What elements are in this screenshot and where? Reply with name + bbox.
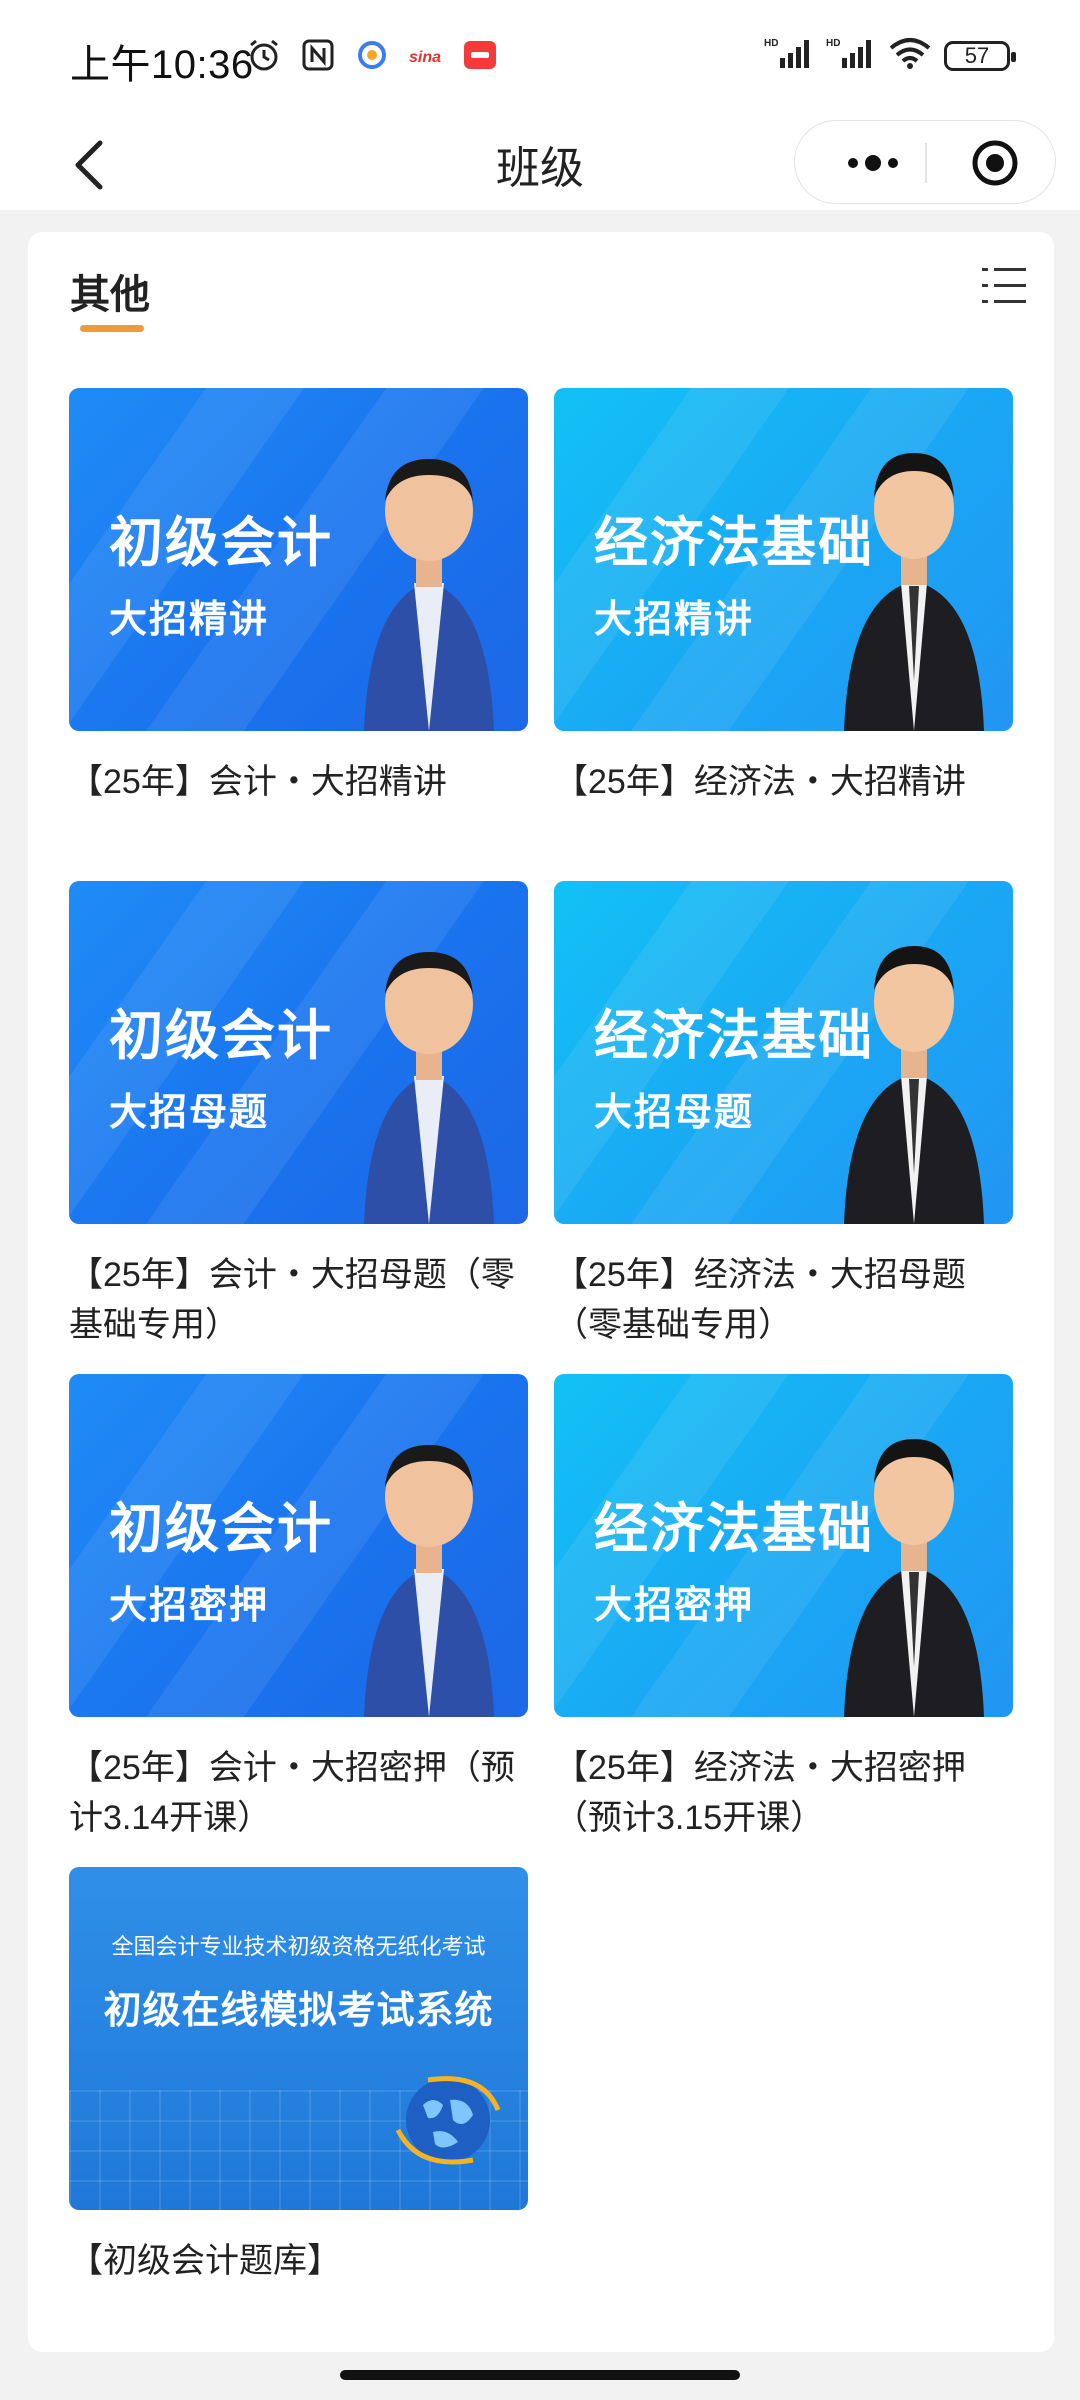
signal-icon-1: HD — [764, 36, 814, 75]
thumb-subtitle: 大招母题 — [594, 1092, 755, 1134]
course-thumbnail: 初级会计 大招精讲 — [69, 388, 528, 731]
exam-system-caption: 【初级会计题库】 — [69, 2242, 341, 2280]
course-thumbnail: 初级会计 大招密押 — [69, 1374, 528, 1717]
thumb-subtitle: 大招精讲 — [594, 599, 755, 641]
course-caption: 【25年】会计・大招密押（预计3.14开课） — [69, 1749, 515, 1837]
battery-indicator: 57 — [944, 40, 1016, 71]
thumb-title: 初级会计 — [109, 1006, 333, 1066]
nav-bar: 班级 — [0, 120, 1080, 210]
list-menu-icon — [982, 268, 1026, 303]
back-button[interactable] — [60, 130, 120, 200]
more-button[interactable] — [823, 121, 923, 205]
status-system-icons: HD HD 57 — [764, 36, 1016, 75]
course-thumbnail: 经济法基础 大招精讲 — [554, 388, 1013, 731]
signal-icon-2: HD — [826, 36, 876, 75]
more-dots-icon — [848, 155, 898, 171]
course-item[interactable]: 初级会计 大招密押 【25年】会计・大招密押（预计3.14开课） — [69, 1374, 528, 1843]
status-notification-icons: sina — [245, 36, 499, 74]
tab-underline — [80, 325, 144, 332]
alarm-icon — [245, 36, 283, 74]
thumb-title: 初级会计 — [109, 513, 333, 573]
wifi-icon — [888, 36, 932, 75]
thumb-subtitle: 大招密押 — [109, 1585, 270, 1627]
kandian-icon — [461, 36, 499, 74]
svg-text:sina: sina — [409, 49, 441, 66]
chevron-left-icon — [75, 140, 103, 190]
status-time: 上午10:36 — [70, 43, 254, 87]
course-caption: 【25年】经济法・大招母题（零基础专用） — [554, 1256, 966, 1344]
teacher-photo — [364, 952, 494, 1224]
thumb-subtitle: 大招密押 — [594, 1585, 755, 1627]
course-caption: 【25年】经济法・大招精讲 — [554, 763, 966, 801]
teacher-photo — [844, 1439, 984, 1717]
course-caption: 【25年】经济法・大招密押（预计3.15开课） — [554, 1749, 966, 1837]
miniprogram-capsule — [794, 120, 1056, 204]
capsule-divider — [925, 143, 927, 183]
teacher-photo — [364, 1445, 494, 1717]
exam-system-title: 初级在线模拟考试系统 — [103, 1990, 494, 2032]
svg-text:HD: HD — [764, 38, 778, 49]
home-indicator[interactable] — [340, 2370, 740, 2380]
status-bar: 上午10:36 sina HD HD 57 — [0, 0, 1080, 120]
class-list-card: 其他 初级会计 大招精讲 【25年】会计・大招精讲 经济法基础 大招精讲 【25… — [28, 232, 1054, 2352]
list-menu-button[interactable] — [980, 262, 1028, 310]
app-notification-icon — [353, 36, 391, 74]
exam-system-thumbnail: 全国会计专业技术初级资格无纸化考试 初级在线模拟考试系统 — [69, 1867, 528, 2210]
teacher-photo — [844, 946, 984, 1224]
exam-system-subtitle: 全国会计专业技术初级资格无纸化考试 — [111, 1934, 486, 1959]
course-caption: 【25年】会计・大招精讲 — [69, 763, 447, 801]
teacher-photo — [844, 453, 984, 731]
thumb-title: 初级会计 — [109, 1499, 333, 1559]
teacher-photo — [364, 459, 494, 731]
course-thumbnail: 初级会计 大招母题 — [69, 881, 528, 1224]
battery-level: 57 — [964, 42, 990, 68]
course-item[interactable]: 经济法基础 大招精讲 【25年】经济法・大招精讲 — [554, 388, 1013, 807]
sina-icon: sina — [407, 36, 445, 74]
nfc-icon — [299, 36, 337, 74]
thumb-subtitle: 大招母题 — [109, 1092, 270, 1134]
exam-system-item[interactable]: 全国会计专业技术初级资格无纸化考试 初级在线模拟考试系统 【初级会计题库】 — [69, 1867, 528, 2286]
course-item[interactable]: 经济法基础 大招密押 【25年】经济法・大招密押（预计3.15开课） — [554, 1374, 1013, 1843]
globe-icon — [395, 2076, 501, 2165]
section-tab-other[interactable]: 其他 — [70, 262, 150, 320]
course-caption: 【25年】会计・大招母题（零基础专用） — [69, 1256, 515, 1344]
svg-text:HD: HD — [826, 38, 840, 49]
close-miniprogram-button[interactable] — [945, 121, 1045, 205]
course-item[interactable]: 初级会计 大招母题 【25年】会计・大招母题（零基础专用） — [69, 881, 528, 1350]
course-thumbnail: 经济法基础 大招母题 — [554, 881, 1013, 1224]
target-close-icon — [972, 140, 1018, 186]
course-item[interactable]: 经济法基础 大招母题 【25年】经济法・大招母题（零基础专用） — [554, 881, 1013, 1350]
thumb-subtitle: 大招精讲 — [109, 599, 270, 641]
course-thumbnail: 经济法基础 大招密押 — [554, 1374, 1013, 1717]
course-item[interactable]: 初级会计 大招精讲 【25年】会计・大招精讲 — [69, 388, 528, 807]
